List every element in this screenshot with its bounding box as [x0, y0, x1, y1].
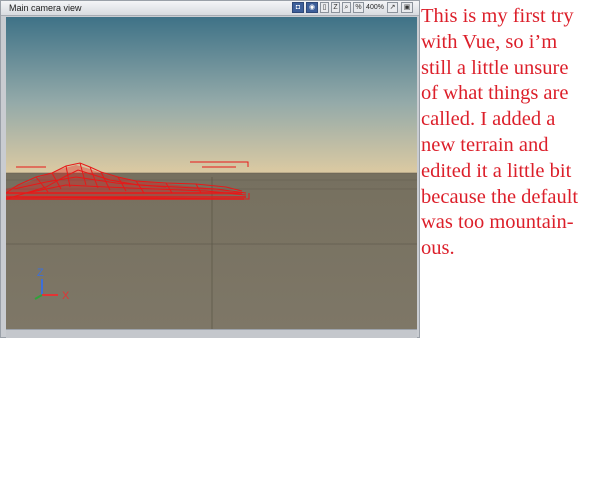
window-titlebar: Main camera view ◘ ◉ ▯ Z ⌕ % 400% ↗ ▣ [1, 1, 419, 16]
camera-icon[interactable]: ◉ [306, 2, 318, 13]
main-camera-view-window: Main camera view ◘ ◉ ▯ Z ⌕ % 400% ↗ ▣ Z … [0, 0, 420, 338]
percent-icon[interactable]: % [353, 2, 364, 13]
annotation-note: This is my first try with Vue, so i’m st… [421, 5, 579, 260]
window-title: Main camera view [9, 3, 82, 13]
viewport-scroll-strip[interactable] [6, 329, 417, 338]
z-axis-label: Z [37, 267, 44, 279]
maximize-icon[interactable]: ▣ [401, 2, 413, 13]
axis-icon[interactable]: Z [331, 2, 340, 13]
scene-render: Z X [6, 17, 417, 329]
split-icon[interactable]: ▯ [320, 2, 329, 13]
render-icon[interactable]: ◘ [292, 2, 304, 13]
zoom-level[interactable]: 400% [366, 3, 384, 13]
pin-icon[interactable]: ↗ [387, 2, 398, 13]
x-axis-label: X [62, 290, 70, 302]
sky [6, 17, 417, 173]
3d-viewport[interactable]: Z X [6, 17, 417, 329]
zoom-icon[interactable]: ⌕ [342, 2, 351, 13]
